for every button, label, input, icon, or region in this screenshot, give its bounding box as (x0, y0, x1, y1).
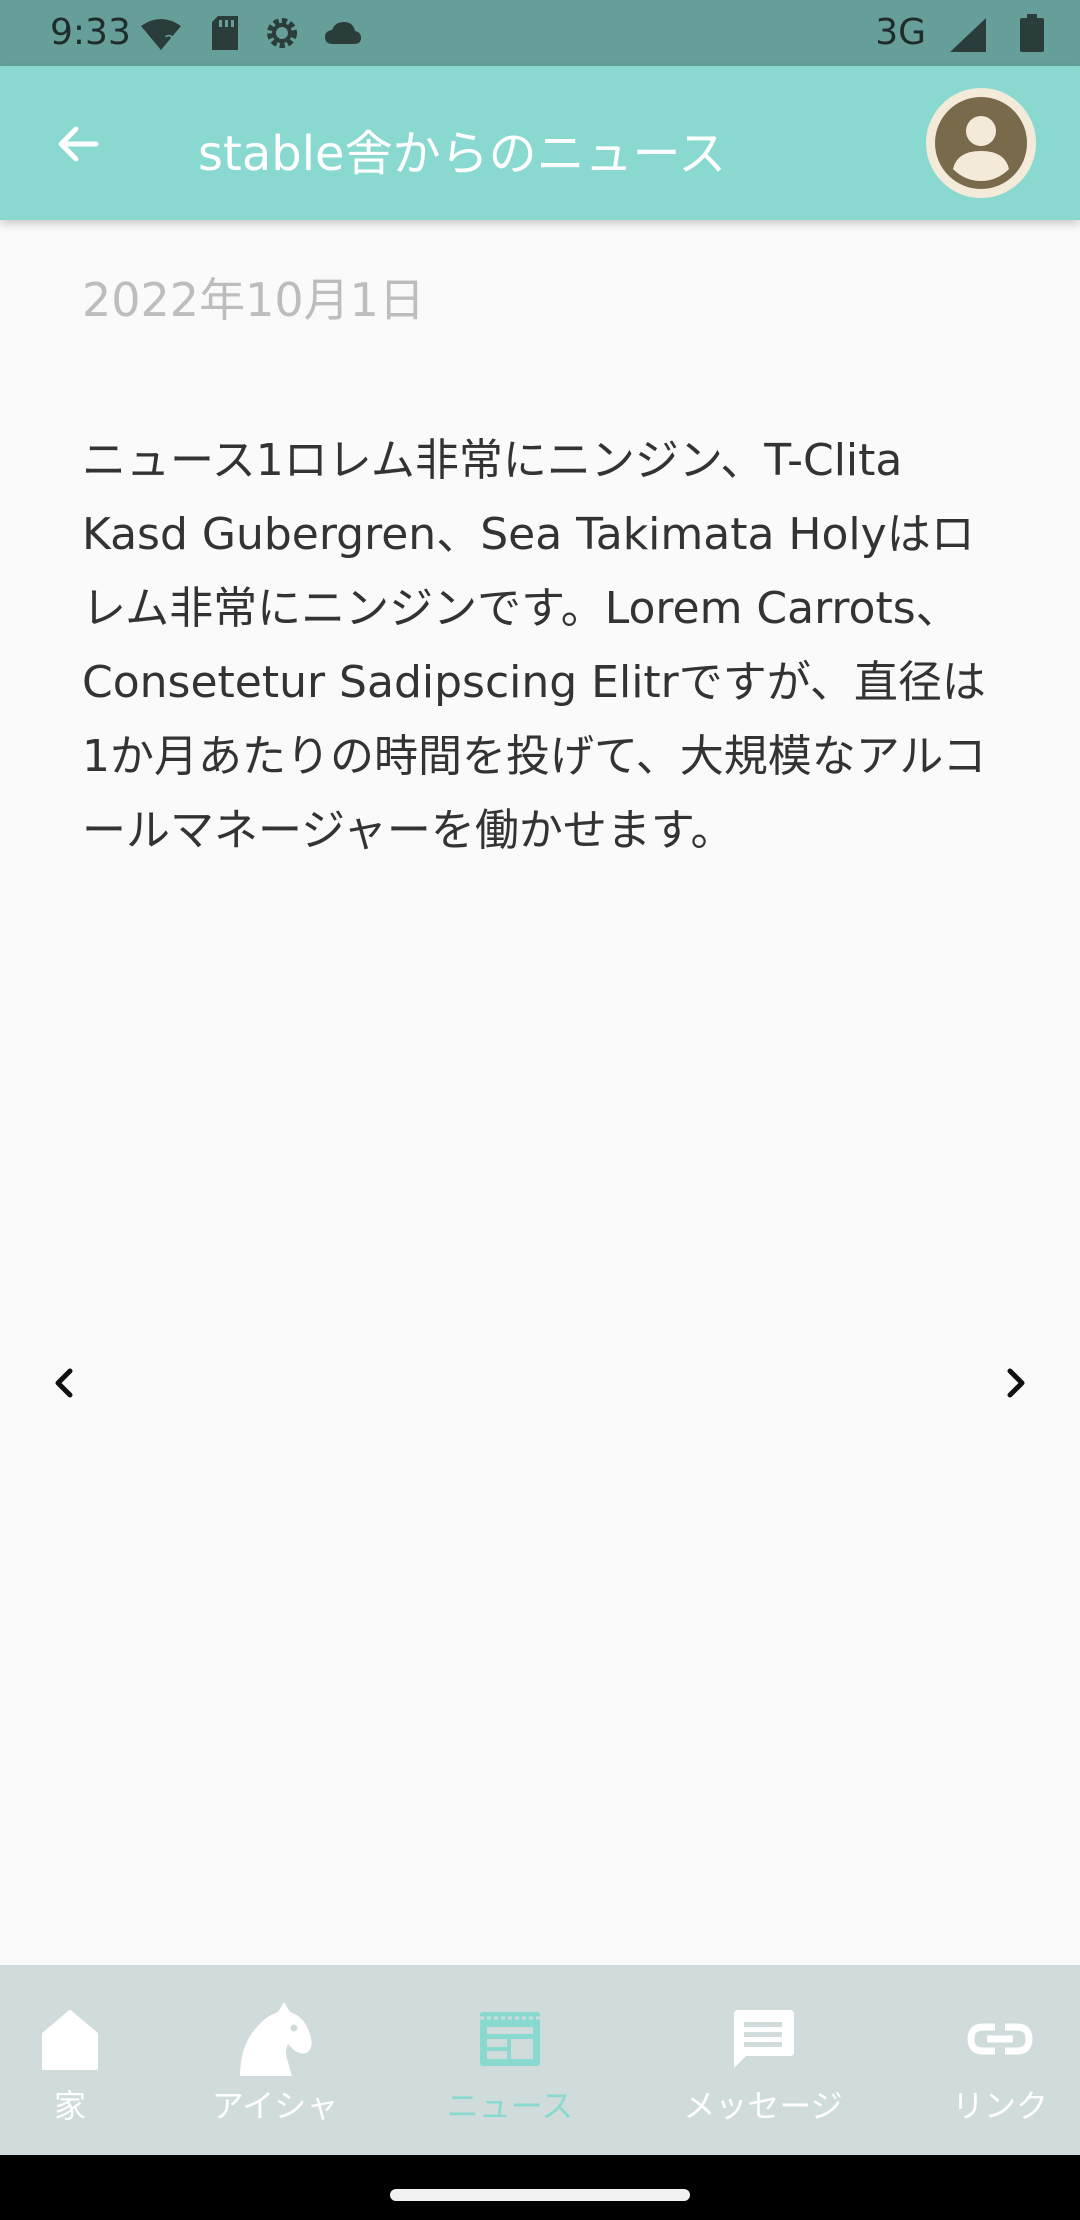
nav-label-home: 家 (53, 2087, 86, 2125)
nav-item-messages[interactable]: メッセージ (668, 1965, 858, 2155)
back-button[interactable] (38, 104, 118, 184)
nav-label-links: リンク (951, 2087, 1048, 2125)
status-time: 9:33 (50, 12, 131, 53)
news-icon (480, 2012, 540, 2066)
network-type: 3G (875, 12, 926, 53)
news-content: 2022年10月1日 ニュース1ロレム非常にニンジン、T-Clita Kasd … (0, 220, 1080, 1965)
signal-icon (950, 18, 986, 52)
previous-news-button[interactable] (20, 1338, 110, 1428)
chevron-left-icon (55, 1368, 73, 1398)
news-body: ニュース1ロレム非常にニンジン、T-Clita Kasd Gubergren、S… (82, 435, 987, 856)
nav-item-aisha[interactable]: アイシャ (190, 1965, 360, 2155)
nav-item-links[interactable]: リンク (940, 1965, 1060, 2155)
nav-label-aisha: アイシャ (211, 2087, 339, 2125)
horse-icon (240, 2002, 312, 2076)
nav-item-news[interactable]: ニュース (430, 1965, 590, 2155)
status-bar: 9:33 ? 3G (0, 0, 1080, 66)
wifi-icon: ? (141, 19, 181, 52)
battery-icon (1020, 14, 1044, 52)
page-title: stable舎からのニュース (198, 126, 727, 182)
app-bar: stable舎からのニュース (0, 66, 1080, 220)
chevron-right-icon (1007, 1368, 1025, 1398)
bottom-navigation: 家 アイシャ ニュース メッセージ リンク (0, 1965, 1080, 2155)
nav-label-news: ニュース (446, 2087, 574, 2125)
nav-item-home[interactable]: 家 (0, 1965, 140, 2155)
home-gesture-handle[interactable] (390, 2189, 690, 2201)
sd-card-icon (212, 16, 238, 50)
system-navigation-bar (0, 2155, 1080, 2220)
nav-label-messages: メッセージ (683, 2087, 843, 2125)
next-news-button[interactable] (970, 1338, 1060, 1428)
svg-text:?: ? (164, 31, 175, 52)
account-icon (935, 97, 1027, 189)
settings-icon (267, 18, 297, 48)
cloud-icon (325, 22, 361, 44)
avatar-button[interactable] (926, 88, 1036, 198)
arrow-back-icon (58, 126, 99, 162)
news-date: 2022年10月1日 (82, 273, 425, 327)
home-icon (42, 2010, 98, 2070)
message-icon (734, 2010, 794, 2068)
link-icon (967, 2023, 1033, 2055)
